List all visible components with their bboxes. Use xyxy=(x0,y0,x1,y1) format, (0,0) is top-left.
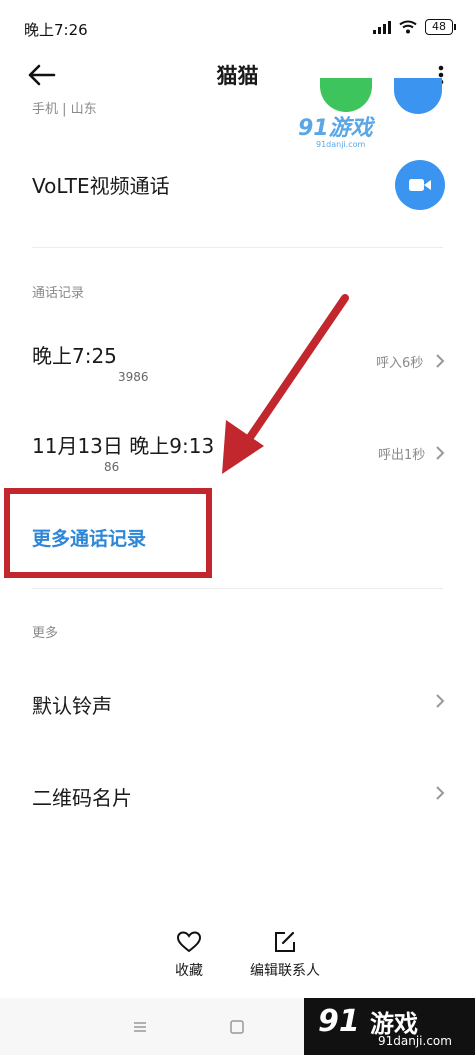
default-ringtone-row[interactable]: 默认铃声 xyxy=(0,672,475,732)
call-time: 晚上7:25 xyxy=(32,344,117,368)
call-status: 呼入6秒 xyxy=(376,356,424,371)
chevron-right-icon xyxy=(436,786,445,800)
call-number: 86 xyxy=(104,460,120,474)
more-section-header: 更多 xyxy=(32,626,59,641)
annotation-highlight-box xyxy=(4,488,212,578)
contact-sub-info: 手机 | 山东 xyxy=(32,102,97,117)
default-ringtone-label: 默认铃声 xyxy=(32,694,112,718)
heart-icon xyxy=(176,931,202,953)
favorite-label: 收藏 xyxy=(175,963,203,979)
home-icon[interactable] xyxy=(228,1018,246,1036)
chevron-right-icon xyxy=(436,694,445,708)
call-time: 11月13日 晚上9:13 xyxy=(32,434,215,458)
bottom-action-bar: 收藏 编辑联系人 xyxy=(0,930,475,990)
signal-icon xyxy=(373,20,391,34)
qr-card-label: 二维码名片 xyxy=(32,786,132,810)
footer-watermark-url: 91danji.com xyxy=(378,1034,452,1048)
video-call-button[interactable] xyxy=(395,160,445,210)
chevron-right-icon xyxy=(436,446,445,460)
status-icons: 48 xyxy=(373,19,456,35)
call-status: 呼出1秒 xyxy=(378,448,426,463)
message-button[interactable] xyxy=(320,78,372,112)
watermark-logo: 91游戏 91danji.com xyxy=(298,110,373,149)
volte-video-call-label: VoLTE视频通话 xyxy=(32,174,170,198)
battery-icon: 48 xyxy=(425,19,456,35)
watermark-url: 91danji.com xyxy=(316,140,366,149)
chevron-right-icon xyxy=(436,354,445,368)
call-log-entry[interactable]: 11月13日 晚上9:13 86 呼出1秒 xyxy=(0,420,475,490)
call-log-header: 通话记录 xyxy=(32,286,85,301)
footer-watermark-logo: 91 xyxy=(318,1004,360,1039)
status-time: 晚上7:26 xyxy=(24,21,88,39)
status-bar: 晚上7:26 48 xyxy=(0,0,475,56)
menu-icon[interactable] xyxy=(131,1018,149,1036)
wifi-icon xyxy=(399,20,417,34)
video-camera-icon xyxy=(409,179,431,191)
divider xyxy=(32,588,443,589)
qr-card-row[interactable]: 二维码名片 xyxy=(0,764,475,824)
call-button[interactable] xyxy=(394,78,442,114)
edit-icon xyxy=(275,931,295,952)
watermark-logo-text: 91游戏 xyxy=(298,116,373,141)
call-log-entry[interactable]: 晚上7:25 3986 呼入6秒 xyxy=(0,330,475,400)
edit-contact-button[interactable]: 编辑联系人 xyxy=(225,930,345,980)
footer-watermark: 91 游戏 91danji.com xyxy=(304,998,475,1055)
divider xyxy=(32,247,443,248)
call-number: 3986 xyxy=(118,370,149,384)
edit-contact-label: 编辑联系人 xyxy=(250,963,320,979)
